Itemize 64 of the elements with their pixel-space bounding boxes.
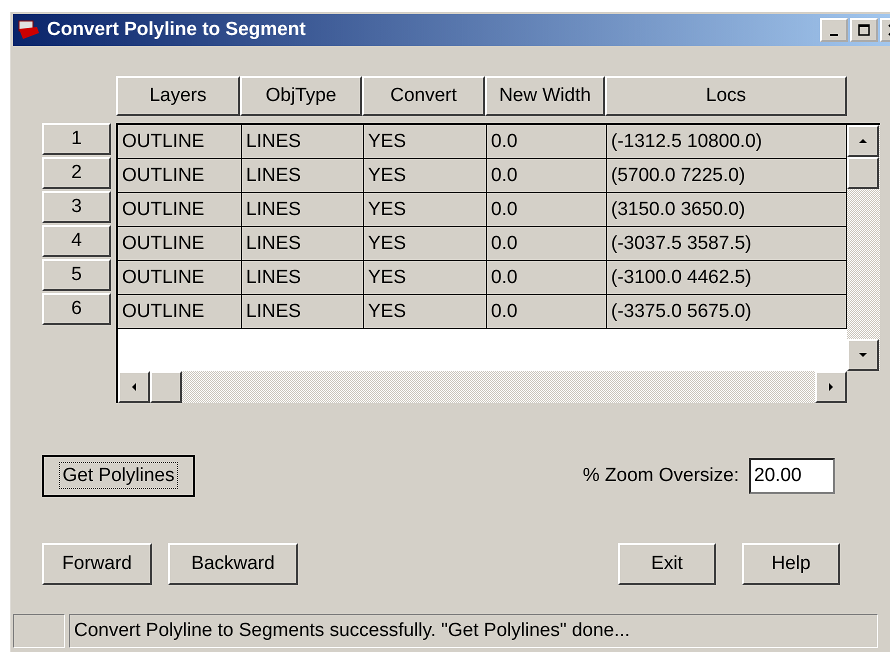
row-header[interactable]: 3 [42, 191, 111, 223]
column-header[interactable]: Convert [362, 76, 485, 116]
table-cell: OUTLINE [118, 159, 242, 193]
column-header[interactable]: ObjType [240, 76, 362, 116]
table-cell: 0.0 [487, 227, 607, 261]
scroll-down-icon[interactable] [847, 339, 879, 371]
table-cell: LINES [242, 159, 364, 193]
table-cell: LINES [242, 193, 364, 227]
vertical-scrollbar[interactable] [847, 125, 880, 371]
column-header[interactable]: New Width [485, 76, 605, 116]
table-cell: OUTLINE [118, 227, 242, 261]
column-header[interactable]: Locs [605, 76, 847, 116]
table-cell: (-3100.0 4462.5) [607, 261, 847, 295]
table-cell: 0.0 [487, 159, 607, 193]
get-polylines-button[interactable]: Get Polylines [42, 455, 195, 497]
backward-button[interactable]: Backward [168, 543, 298, 585]
table-cell: (-3375.0 5675.0) [607, 295, 847, 329]
table-cell: 0.0 [487, 193, 607, 227]
table-cell: (-1312.5 10800.0) [607, 125, 847, 159]
status-panel [13, 614, 65, 648]
table-cell: YES [364, 125, 487, 159]
table-cell: (-3037.5 3587.5) [607, 227, 847, 261]
horizontal-scrollbar[interactable] [118, 371, 847, 403]
help-button[interactable]: Help [742, 543, 840, 585]
zoom-label: % Zoom Oversize: [582, 465, 739, 487]
forward-button[interactable]: Forward [42, 543, 152, 585]
minimize-icon [830, 34, 838, 36]
table-cell: OUTLINE [118, 261, 242, 295]
table-cell: YES [364, 193, 487, 227]
scroll-thumb[interactable] [150, 371, 182, 403]
row-header[interactable]: 4 [42, 225, 111, 257]
table-cell: (5700.0 7225.0) [607, 159, 847, 193]
scroll-left-icon[interactable] [118, 371, 150, 403]
table-cell: YES [364, 295, 487, 329]
table-cell: LINES [242, 227, 364, 261]
column-header[interactable]: Layers [116, 76, 240, 116]
table-cell: OUTLINE [118, 295, 242, 329]
app-icon [17, 19, 41, 41]
table-cell: YES [364, 261, 487, 295]
table-cell: OUTLINE [118, 193, 242, 227]
table-cell: 0.0 [487, 295, 607, 329]
table-cell: YES [364, 227, 487, 261]
maximize-icon [858, 24, 870, 36]
table-cell: 0.0 [487, 261, 607, 295]
table-cell: LINES [242, 295, 364, 329]
minimize-button[interactable] [820, 18, 848, 42]
scroll-up-icon[interactable] [847, 125, 879, 157]
zoom-input[interactable]: 20.00 [749, 458, 835, 494]
row-header[interactable]: 5 [42, 259, 111, 291]
row-header[interactable]: 2 [42, 157, 111, 189]
window-title: Convert Polyline to Segment [47, 19, 307, 41]
row-header[interactable]: 6 [42, 293, 111, 325]
table-cell: YES [364, 159, 487, 193]
maximize-button[interactable] [850, 18, 878, 42]
exit-button[interactable]: Exit [618, 543, 716, 585]
table-cell: LINES [242, 261, 364, 295]
table-cell: LINES [242, 125, 364, 159]
table-cell: 0.0 [487, 125, 607, 159]
status-text: Convert Polyline to Segments successfully. "Get Polylines" done... [69, 614, 878, 648]
table-cell: OUTLINE [118, 125, 242, 159]
scroll-thumb[interactable] [847, 157, 879, 189]
scroll-right-icon[interactable] [815, 371, 847, 403]
row-header[interactable]: 1 [42, 123, 111, 155]
table-cell: (3150.0 3650.0) [607, 193, 847, 227]
